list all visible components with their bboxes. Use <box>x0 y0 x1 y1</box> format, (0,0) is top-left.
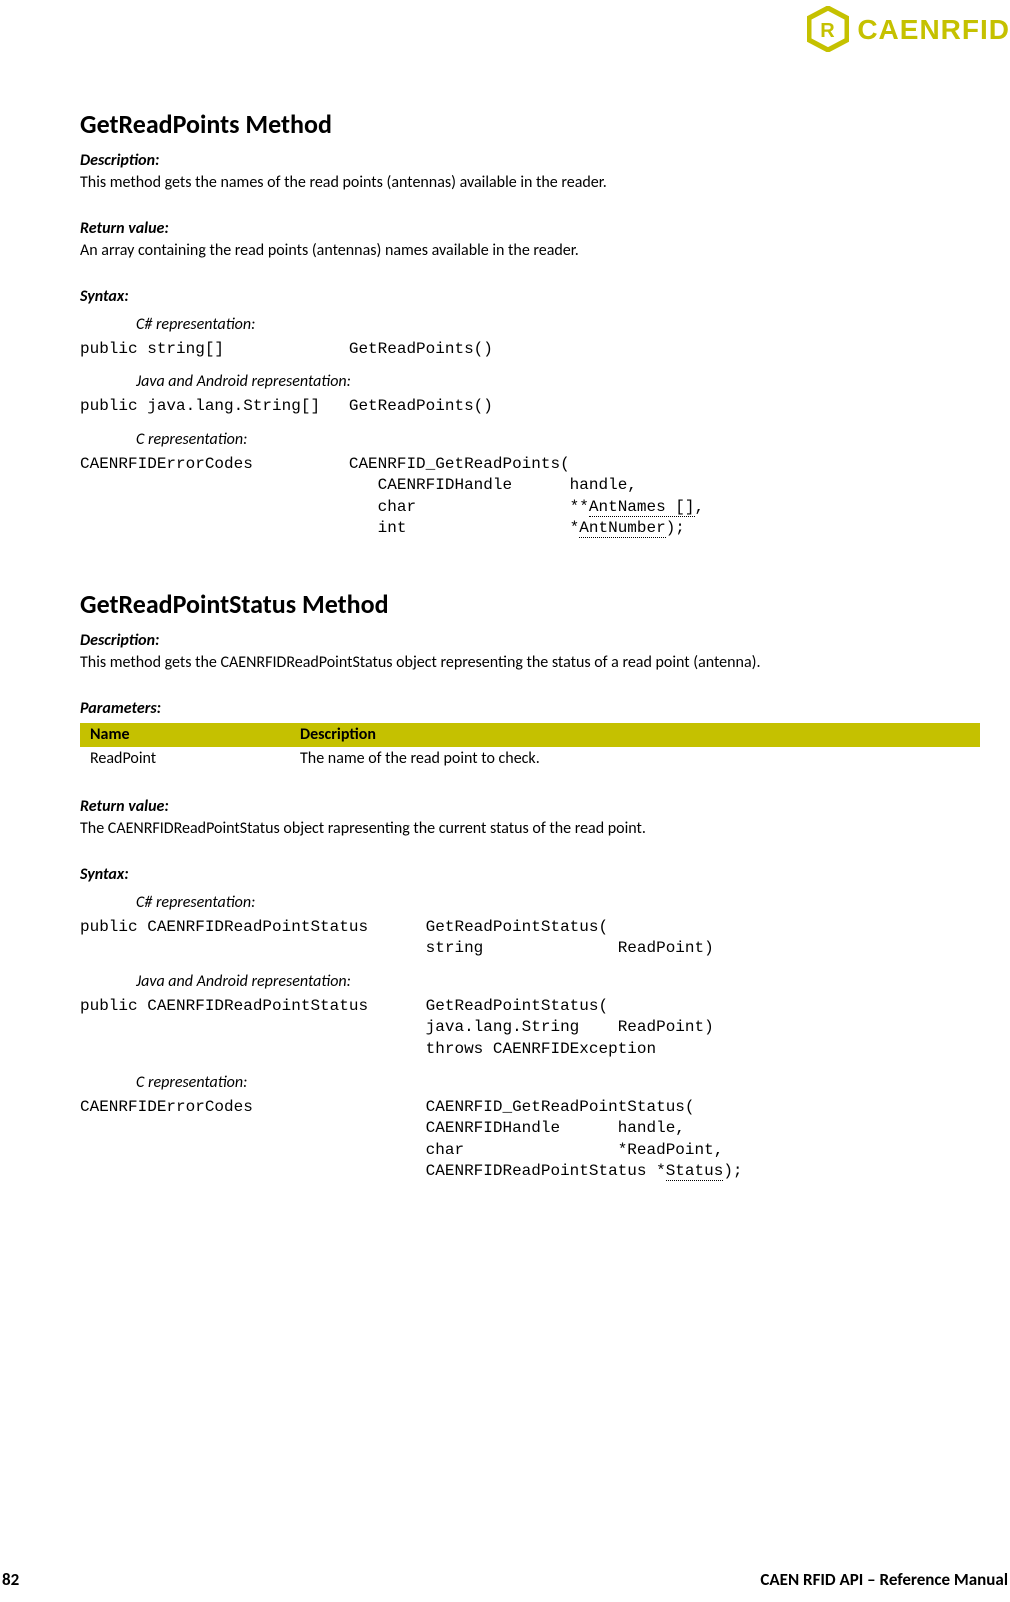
doc-title: CAEN RFID API – Reference Manual <box>760 1569 1010 1590</box>
syntax-label: Syntax: <box>80 865 980 885</box>
java-label: Java and Android representation: <box>136 972 980 992</box>
c-line-post: ); <box>666 519 685 537</box>
td-name: ReadPoint <box>80 747 290 771</box>
brand-logo: R CAENRFID <box>807 6 1010 52</box>
return-text: The CAENRFIDReadPointStatus object rapre… <box>80 819 980 839</box>
hex-r-icon: R <box>807 6 849 52</box>
page-content: GetReadPoints Method Description: This m… <box>80 108 980 1183</box>
table-row: ReadPoint The name of the read point to … <box>80 747 980 771</box>
c-line-underlined: AntNames [] <box>589 498 695 517</box>
page-number: 82 <box>0 1569 19 1590</box>
csharp-label: C# representation: <box>136 893 980 913</box>
section-title-getreadpoints: GetReadPoints Method <box>80 108 980 141</box>
java-code: public java.lang.String[] GetReadPoints(… <box>80 396 980 418</box>
th-name: Name <box>80 723 290 747</box>
parameters-label: Parameters: <box>80 699 980 719</box>
svg-text:R: R <box>821 20 836 42</box>
c-line: CAENRFIDErrorCodes CAENRFID_GetReadPoint… <box>80 455 570 473</box>
description-label: Description: <box>80 151 980 171</box>
section-title-getreadpointstatus: GetReadPointStatus Method <box>80 588 980 621</box>
c-line: CAENRFIDHandle handle, <box>80 1119 685 1137</box>
c-line-pre: char ** <box>80 498 589 516</box>
description-text: This method gets the names of the read p… <box>80 173 980 193</box>
description-label: Description: <box>80 631 980 651</box>
c-line-post: , <box>695 498 705 516</box>
syntax-label: Syntax: <box>80 287 980 307</box>
c-code-2: CAENRFIDErrorCodes CAENRFID_GetReadPoint… <box>80 1097 980 1183</box>
brand-text: CAENRFID <box>857 12 1010 47</box>
td-desc: The name of the read point to check. <box>290 747 980 771</box>
page-footer: 82 CAEN RFID API – Reference Manual <box>0 1569 1010 1590</box>
csharp-label: C# representation: <box>136 315 980 335</box>
c-code: CAENRFIDErrorCodes CAENRFID_GetReadPoint… <box>80 454 980 540</box>
c-label: C representation: <box>136 430 980 450</box>
return-text: An array containing the read points (ant… <box>80 241 980 261</box>
c-line: char *ReadPoint, <box>80 1141 723 1159</box>
c-line: CAENRFIDHandle handle, <box>80 476 637 494</box>
c-line-pre: int * <box>80 519 579 537</box>
c-line: CAENRFIDErrorCodes CAENRFID_GetReadPoint… <box>80 1098 695 1116</box>
th-desc: Description <box>290 723 980 747</box>
c-label: C representation: <box>136 1073 980 1093</box>
c-line-pre: CAENRFIDReadPointStatus * <box>80 1162 666 1180</box>
page-root: R CAENRFID GetReadPoints Method Descript… <box>0 0 1010 1602</box>
csharp-code: public string[] GetReadPoints() <box>80 339 980 361</box>
description-text: This method gets the CAENRFIDReadPointSt… <box>80 653 980 673</box>
java-label: Java and Android representation: <box>136 372 980 392</box>
java-code: public CAENRFIDReadPointStatus GetReadPo… <box>80 996 980 1061</box>
c-line-underlined: Status <box>666 1162 724 1181</box>
parameters-table: Name Description ReadPoint The name of t… <box>80 723 980 771</box>
return-label: Return value: <box>80 797 980 817</box>
c-line-post: ); <box>723 1162 742 1180</box>
return-label: Return value: <box>80 219 980 239</box>
c-line-underlined: AntNumber <box>579 519 665 538</box>
csharp-code: public CAENRFIDReadPointStatus GetReadPo… <box>80 917 980 960</box>
